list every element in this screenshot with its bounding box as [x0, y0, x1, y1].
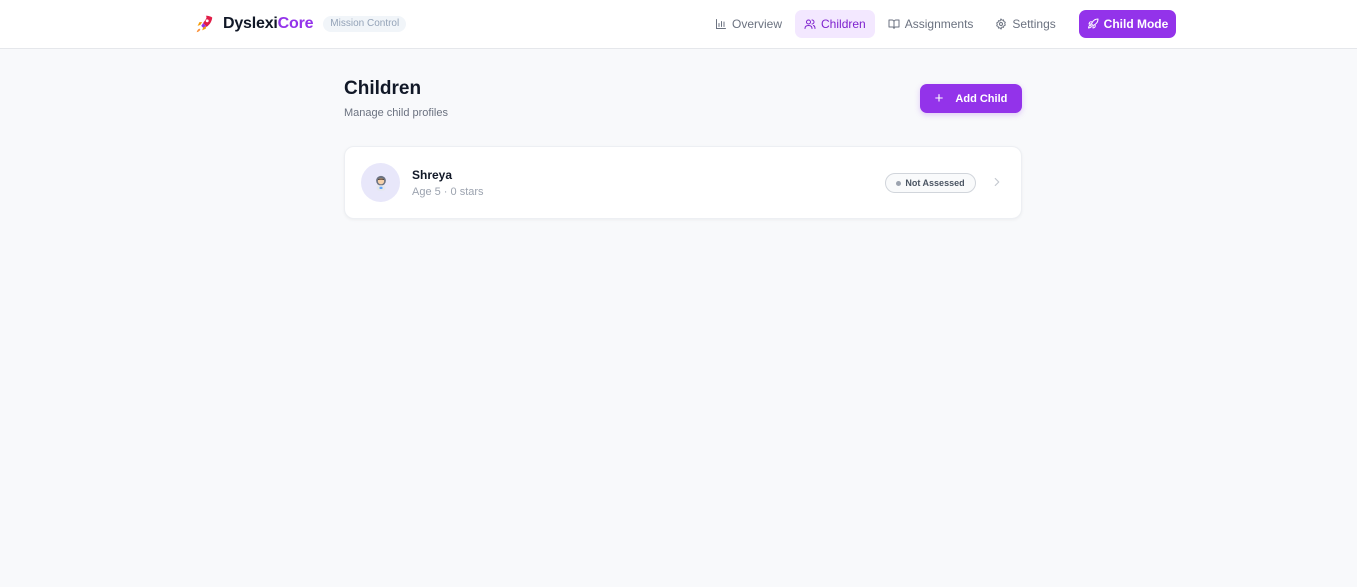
brand-name-prefix: Dyslexi	[223, 15, 278, 32]
nav-item-children[interactable]: Children	[795, 10, 875, 38]
bar-chart-icon	[716, 19, 726, 29]
nav-label: Assignments	[904, 17, 974, 31]
main-nav: Overview Children Assignments Settings	[706, 10, 1069, 38]
plus-icon: +	[934, 90, 944, 107]
child-meta: Age 5 · 0 stars	[412, 186, 484, 198]
rocket-icon	[193, 13, 215, 35]
top-navigation-bar: DyslexiCore Mission Control Overview Chi…	[0, 0, 1357, 49]
mission-control-badge: Mission Control	[323, 16, 407, 32]
nav-label: Overview	[732, 17, 783, 31]
status-label: Not Assessed	[905, 178, 965, 188]
astronaut-icon	[375, 175, 386, 190]
nav-item-overview[interactable]: Overview	[706, 10, 791, 38]
brand[interactable]: DyslexiCore Mission Control	[193, 12, 407, 36]
book-open-icon	[888, 19, 900, 29]
nav-label: Settings	[1012, 17, 1056, 31]
avatar	[361, 163, 400, 202]
add-child-button[interactable]: + Add Child	[920, 84, 1022, 113]
child-name: Shreya	[412, 168, 453, 182]
status-badge: Not Assessed	[885, 173, 976, 193]
add-child-label: Add Child	[955, 92, 1008, 105]
brand-name: DyslexiCore	[223, 15, 313, 33]
chevron-right-icon	[994, 177, 1000, 187]
child-mode-label: Child Mode	[1103, 17, 1169, 31]
page-title: Children	[344, 78, 422, 99]
page-subtitle: Manage child profiles	[344, 107, 448, 119]
nav-label: Children	[821, 17, 866, 31]
nav-item-assignments[interactable]: Assignments	[879, 10, 983, 38]
child-card[interactable]: Shreya Age 5 · 0 stars Not Assessed	[344, 146, 1022, 219]
child-mode-button[interactable]: Child Mode	[1079, 10, 1176, 38]
gear-icon	[996, 18, 1007, 30]
brand-name-accent: Core	[277, 15, 314, 32]
rocket-outline-icon	[1087, 18, 1099, 29]
nav-item-settings[interactable]: Settings	[986, 10, 1064, 38]
status-dot-icon	[896, 180, 902, 186]
users-icon	[804, 19, 816, 29]
